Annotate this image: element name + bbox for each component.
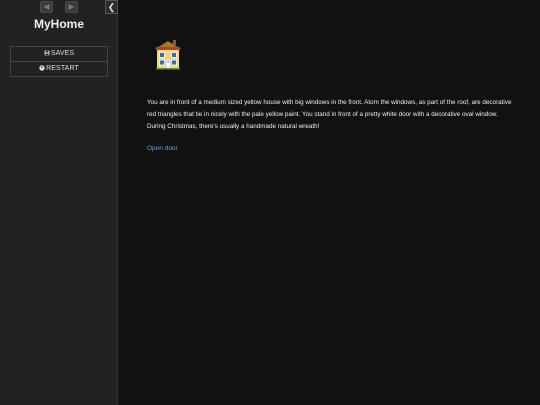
save-icon <box>44 50 50 56</box>
arrow-left-icon: ◀ <box>43 2 50 11</box>
passage: You are in front of a medium sized yello… <box>147 38 517 152</box>
history-back-button[interactable]: ◀ <box>40 1 53 13</box>
sidebar: ◀ ▶ ❮ MyHome SAVES RESTART <box>0 0 118 405</box>
house-icon <box>155 40 181 70</box>
arrow-right-icon: ▶ <box>68 2 75 11</box>
story-text: You are in front of a medium sized yello… <box>147 99 512 130</box>
history-forward-button[interactable]: ▶ <box>65 1 78 13</box>
saves-label: SAVES <box>50 50 75 57</box>
story-menu: SAVES RESTART <box>10 46 108 77</box>
restart-button[interactable]: RESTART <box>11 61 107 76</box>
chevron-left-icon: ❮ <box>107 2 116 12</box>
story-title: MyHome <box>33 17 84 31</box>
power-icon <box>39 65 45 71</box>
saves-button[interactable]: SAVES <box>11 47 107 61</box>
restart-label: RESTART <box>46 65 79 72</box>
open-door-link[interactable]: Open door <box>147 145 517 152</box>
sidebar-toggle-button[interactable]: ❮ <box>105 0 118 14</box>
